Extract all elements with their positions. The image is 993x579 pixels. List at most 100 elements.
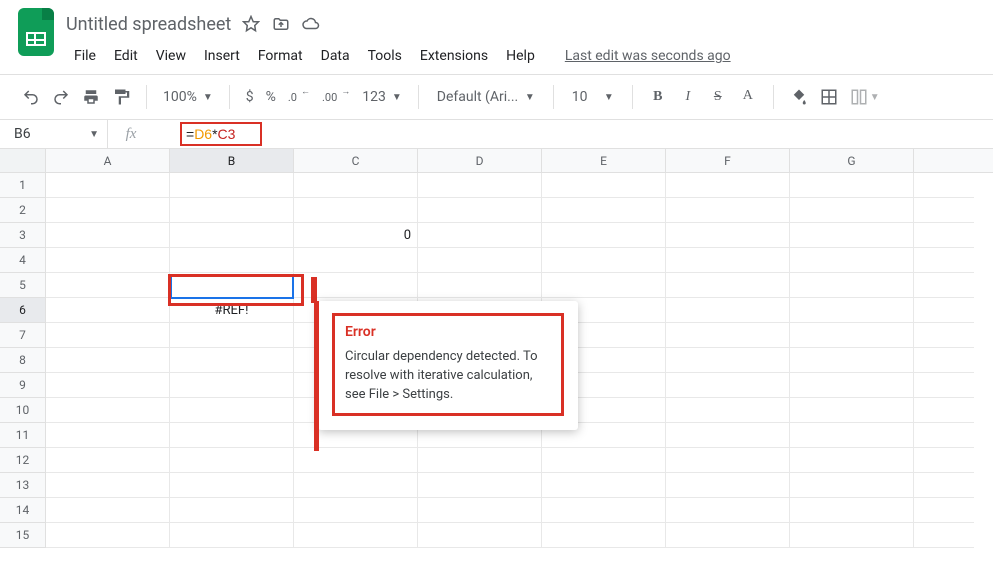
cell-A2[interactable] bbox=[46, 198, 170, 223]
row-header-5[interactable]: 5 bbox=[0, 273, 46, 298]
cell-H6[interactable] bbox=[914, 298, 974, 323]
sheets-logo[interactable] bbox=[16, 8, 56, 56]
cell-H9[interactable] bbox=[914, 373, 974, 398]
print-button[interactable] bbox=[78, 83, 104, 111]
cell-H10[interactable] bbox=[914, 398, 974, 423]
row-header-6[interactable]: 6 bbox=[0, 298, 46, 323]
more-formats-button[interactable]: 123▼ bbox=[358, 83, 406, 111]
cell-H8[interactable] bbox=[914, 348, 974, 373]
cell-G10[interactable] bbox=[790, 398, 914, 423]
cell-F6[interactable] bbox=[666, 298, 790, 323]
row-header-3[interactable]: 3 bbox=[0, 223, 46, 248]
col-header-d[interactable]: D bbox=[418, 149, 542, 172]
cell-A10[interactable] bbox=[46, 398, 170, 423]
cell-E5[interactable] bbox=[542, 273, 666, 298]
cell-D4[interactable] bbox=[418, 248, 542, 273]
col-header-h[interactable] bbox=[914, 149, 974, 172]
cell-C1[interactable] bbox=[294, 173, 418, 198]
cell-G5[interactable] bbox=[790, 273, 914, 298]
col-header-c[interactable]: C bbox=[294, 149, 418, 172]
cell-B1[interactable] bbox=[170, 173, 294, 198]
row-header-1[interactable]: 1 bbox=[0, 173, 46, 198]
cell-G8[interactable] bbox=[790, 348, 914, 373]
cell-H1[interactable] bbox=[914, 173, 974, 198]
cell-G13[interactable] bbox=[790, 473, 914, 498]
cell-B7[interactable] bbox=[170, 323, 294, 348]
document-title[interactable]: Untitled spreadsheet bbox=[66, 14, 231, 35]
cell-E13[interactable] bbox=[542, 473, 666, 498]
cell-B12[interactable] bbox=[170, 448, 294, 473]
cell-A7[interactable] bbox=[46, 323, 170, 348]
font-select[interactable]: Default (Ari...▼ bbox=[431, 83, 541, 111]
col-header-a[interactable]: A bbox=[46, 149, 170, 172]
cell-H4[interactable] bbox=[914, 248, 974, 273]
cell-F12[interactable] bbox=[666, 448, 790, 473]
cell-G4[interactable] bbox=[790, 248, 914, 273]
cell-C14[interactable] bbox=[294, 498, 418, 523]
fill-color-button[interactable] bbox=[786, 83, 812, 111]
cell-E12[interactable] bbox=[542, 448, 666, 473]
cell-H2[interactable] bbox=[914, 198, 974, 223]
cell-C13[interactable] bbox=[294, 473, 418, 498]
cell-F13[interactable] bbox=[666, 473, 790, 498]
last-edit-link[interactable]: Last edit was seconds ago bbox=[565, 48, 731, 64]
redo-button[interactable] bbox=[48, 83, 74, 111]
cell-F3[interactable] bbox=[666, 223, 790, 248]
cell-F11[interactable] bbox=[666, 423, 790, 448]
cell-H7[interactable] bbox=[914, 323, 974, 348]
cell-G12[interactable] bbox=[790, 448, 914, 473]
cell-H14[interactable] bbox=[914, 498, 974, 523]
row-header-12[interactable]: 12 bbox=[0, 448, 46, 473]
spreadsheet-grid[interactable]: A B C D E F G 1230456#REF!78910111213141… bbox=[0, 149, 993, 548]
cell-F4[interactable] bbox=[666, 248, 790, 273]
cell-A13[interactable] bbox=[46, 473, 170, 498]
menu-edit[interactable]: Edit bbox=[106, 44, 146, 68]
cell-A1[interactable] bbox=[46, 173, 170, 198]
menu-format[interactable]: Format bbox=[250, 44, 311, 68]
cell-F5[interactable] bbox=[666, 273, 790, 298]
row-header-14[interactable]: 14 bbox=[0, 498, 46, 523]
star-icon[interactable] bbox=[241, 14, 261, 34]
cell-B10[interactable] bbox=[170, 398, 294, 423]
cell-B14[interactable] bbox=[170, 498, 294, 523]
cell-F1[interactable] bbox=[666, 173, 790, 198]
cell-D5[interactable] bbox=[418, 273, 542, 298]
cell-H12[interactable] bbox=[914, 448, 974, 473]
cell-E2[interactable] bbox=[542, 198, 666, 223]
cell-D13[interactable] bbox=[418, 473, 542, 498]
cell-B8[interactable] bbox=[170, 348, 294, 373]
cell-B11[interactable] bbox=[170, 423, 294, 448]
cell-B9[interactable] bbox=[170, 373, 294, 398]
cell-D12[interactable] bbox=[418, 448, 542, 473]
cell-B15[interactable] bbox=[170, 523, 294, 548]
cell-A14[interactable] bbox=[46, 498, 170, 523]
cell-C2[interactable] bbox=[294, 198, 418, 223]
cell-E15[interactable] bbox=[542, 523, 666, 548]
merge-cells-button[interactable]: ▼ bbox=[846, 83, 884, 111]
cell-B13[interactable] bbox=[170, 473, 294, 498]
cell-F2[interactable] bbox=[666, 198, 790, 223]
cloud-icon[interactable] bbox=[301, 14, 321, 34]
cell-B6[interactable]: #REF! bbox=[170, 298, 294, 323]
cell-A12[interactable] bbox=[46, 448, 170, 473]
cell-A3[interactable] bbox=[46, 223, 170, 248]
menu-view[interactable]: View bbox=[148, 44, 194, 68]
menu-help[interactable]: Help bbox=[498, 44, 543, 68]
decrease-decimal-button[interactable]: .0← bbox=[284, 83, 314, 111]
cell-D3[interactable] bbox=[418, 223, 542, 248]
cell-H15[interactable] bbox=[914, 523, 974, 548]
row-header-15[interactable]: 15 bbox=[0, 523, 46, 548]
cell-A6[interactable] bbox=[46, 298, 170, 323]
col-header-b[interactable]: B bbox=[170, 149, 294, 172]
cell-B2[interactable] bbox=[170, 198, 294, 223]
format-percent-button[interactable]: % bbox=[262, 83, 280, 111]
increase-decimal-button[interactable]: .00→ bbox=[318, 83, 354, 111]
formula-input[interactable]: = D6 * C3 bbox=[154, 120, 993, 148]
cell-G9[interactable] bbox=[790, 373, 914, 398]
cell-G1[interactable] bbox=[790, 173, 914, 198]
cell-A11[interactable] bbox=[46, 423, 170, 448]
cell-G11[interactable] bbox=[790, 423, 914, 448]
menu-file[interactable]: File bbox=[66, 44, 104, 68]
cell-D1[interactable] bbox=[418, 173, 542, 198]
cell-G3[interactable] bbox=[790, 223, 914, 248]
